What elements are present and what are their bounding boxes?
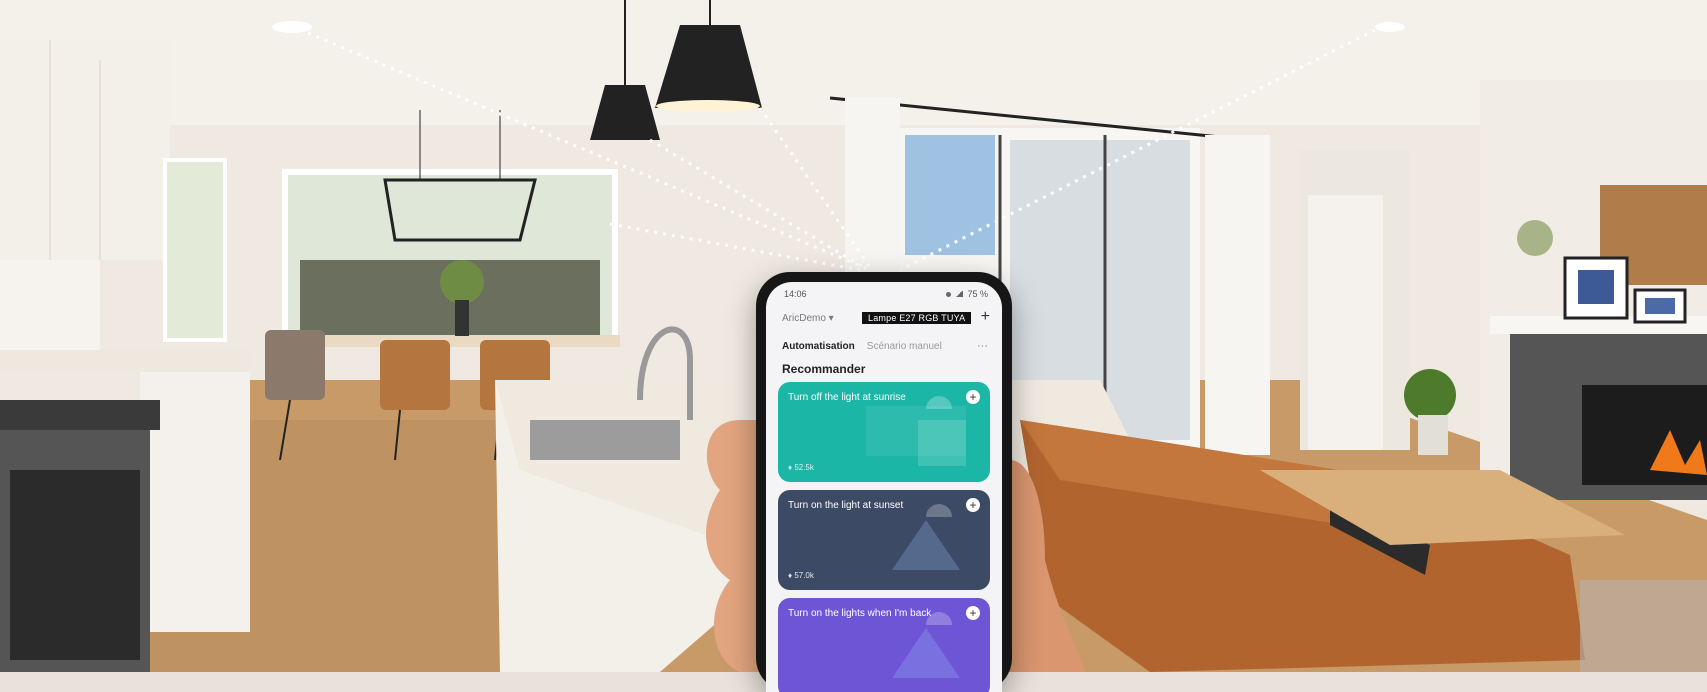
hallway-door — [1308, 195, 1383, 450]
status-bar: 14:06 75 % — [784, 288, 988, 300]
dining-chair — [380, 340, 450, 410]
automation-card-sunrise[interactable]: Turn off the light at sunrise + ♦ 52.5k — [778, 382, 990, 482]
add-icon[interactable]: + — [981, 308, 990, 326]
more-icon[interactable]: ··· — [977, 340, 988, 352]
sink — [530, 420, 680, 460]
tab-automation[interactable]: Automatisation — [782, 341, 855, 352]
tab-manual-scene[interactable]: Scénario manuel — [867, 341, 942, 352]
phone-screen: 14:06 75 % AricDemo ▾ Lampe E27 RGB TUYA… — [766, 282, 1002, 692]
add-card-icon[interactable]: + — [966, 498, 980, 512]
rug — [1580, 580, 1707, 672]
card-title: Turn on the lights when I'm back — [788, 608, 932, 619]
wifi-icon — [946, 291, 952, 297]
signal-icon — [955, 291, 964, 297]
kitchen-countertop — [0, 350, 250, 372]
device-label: Lampe E27 RGB TUYA — [862, 312, 972, 324]
smartphone: 14:06 75 % AricDemo ▾ Lampe E27 RGB TUYA… — [756, 272, 1012, 692]
add-card-icon[interactable]: + — [966, 606, 980, 620]
card-title: Turn off the light at sunrise — [788, 392, 906, 403]
status-time: 14:06 — [784, 289, 807, 299]
stove-top — [0, 400, 160, 430]
card-stat: ♦ 52.5k — [788, 463, 814, 472]
scene-tabs: Automatisation Scénario manuel ··· — [782, 340, 988, 352]
add-card-icon[interactable]: + — [966, 390, 980, 404]
top-bar: AricDemo ▾ Lampe E27 RGB TUYA + — [782, 308, 990, 326]
upper-cabinets — [0, 40, 170, 260]
automation-card-sunset[interactable]: Turn on the light at sunset + ♦ 57.0k — [778, 490, 990, 590]
section-title: Recommander — [782, 362, 866, 376]
battery-text: 75 % — [967, 289, 988, 299]
dining-table — [300, 335, 620, 347]
ceiling-spot — [272, 21, 312, 33]
curtain-right — [1205, 135, 1270, 455]
plant — [440, 260, 484, 304]
automation-card-back-home[interactable]: Turn on the lights when I'm back + — [778, 598, 990, 692]
card-stat: ♦ 57.0k — [788, 571, 814, 580]
home-selector[interactable]: AricDemo ▾ — [782, 313, 834, 324]
card-title: Turn on the light at sunset — [788, 500, 904, 511]
